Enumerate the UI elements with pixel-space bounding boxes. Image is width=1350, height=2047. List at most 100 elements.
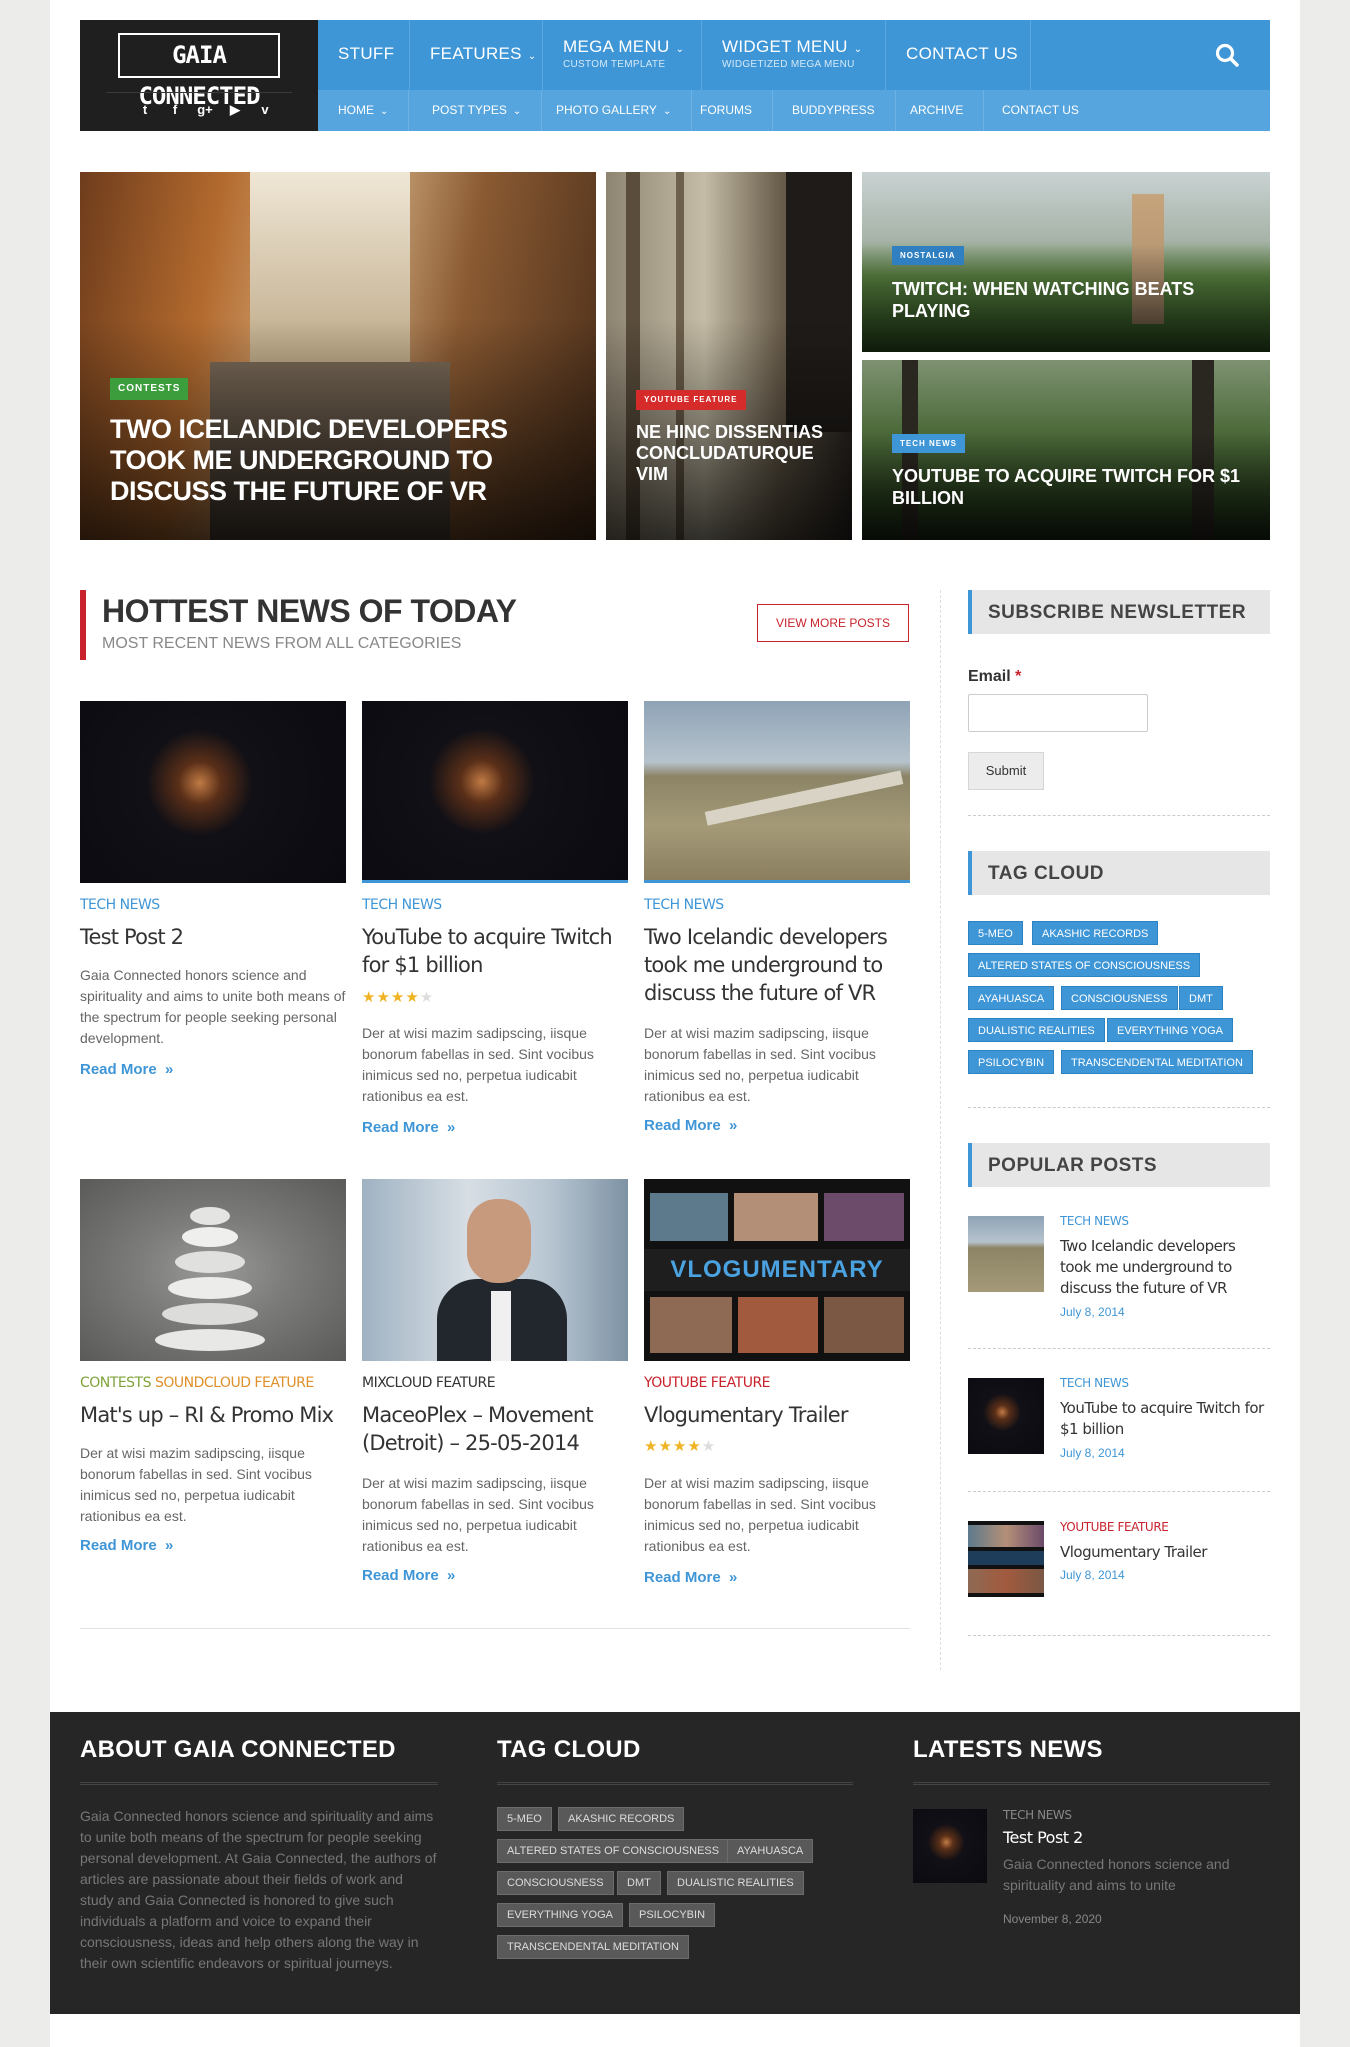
read-more-link[interactable]: Read More » xyxy=(644,1117,737,1134)
read-more-link[interactable]: Read More » xyxy=(362,1567,455,1584)
post-category[interactable]: SOUNDCLOUD FEATURE xyxy=(155,1375,314,1391)
vimeo-icon[interactable]: v xyxy=(250,102,280,118)
featured-post-4[interactable]: TECH NEWS YOUTUBE TO ACQUIRE TWITCH FOR … xyxy=(862,360,1270,540)
featured-title[interactable]: TWO ICELANDIC DEVELOPERS TOOK ME UNDERGR… xyxy=(110,414,550,507)
twitter-icon[interactable]: t xyxy=(130,102,160,118)
nav-item-features[interactable]: FEATURES ⌄ xyxy=(410,20,543,90)
star-rating: ★★★★★ xyxy=(644,1437,716,1455)
view-more-posts-button[interactable]: VIEW MORE POSTS xyxy=(757,604,909,642)
subnav-item-home[interactable]: HOME ⌄ xyxy=(318,90,410,131)
footer-tag-link[interactable]: CONSCIOUSNESS xyxy=(497,1871,614,1895)
post-thumbnail[interactable] xyxy=(362,1179,628,1361)
post-thumbnail[interactable] xyxy=(644,701,910,883)
nav-item-contact-us[interactable]: CONTACT US xyxy=(886,20,1031,90)
featured-tag[interactable]: CONTESTS xyxy=(110,378,189,400)
nav-item-mega-menu[interactable]: MEGA MENU ⌄ CUSTOM TEMPLATE xyxy=(543,20,702,90)
post-category[interactable]: CONTESTS xyxy=(80,1375,152,1391)
email-field[interactable] xyxy=(968,694,1148,732)
popular-post-thumbnail[interactable] xyxy=(968,1521,1044,1597)
footer-tag-link[interactable]: PSILOCYBIN xyxy=(629,1903,716,1927)
read-more-link[interactable]: Read More » xyxy=(80,1061,173,1078)
tag-link[interactable]: DMT xyxy=(1179,986,1223,1010)
featured-title[interactable]: NE HINC DISSENTIAS CONCLUDATURQUE VIM xyxy=(636,422,826,485)
read-more-link[interactable]: Read More » xyxy=(644,1569,737,1586)
subnav-item-photo-gallery[interactable]: PHOTO GALLERY ⌄ xyxy=(536,90,693,131)
featured-title[interactable]: TWITCH: WHEN WATCHING BEATS PLAYING xyxy=(892,278,1232,322)
post-thumbnail[interactable] xyxy=(80,701,346,883)
footer-tag-link[interactable]: 5-MEO xyxy=(497,1807,552,1831)
featured-post-3[interactable]: NOSTALGIA TWITCH: WHEN WATCHING BEATS PL… xyxy=(862,172,1270,352)
read-more-link[interactable]: Read More » xyxy=(362,1119,455,1136)
search-icon[interactable] xyxy=(1214,42,1240,68)
main-nav: STUFF FEATURES ⌄ MEGA MENU ⌄ CUSTOM TEMPLA… xyxy=(318,20,1270,90)
subnav-item-archive[interactable]: ARCHIVE xyxy=(890,90,985,131)
subnav-item-forums[interactable]: FORUMS xyxy=(680,90,773,131)
post-excerpt: Gaia Connected honors science and spirit… xyxy=(80,967,346,1046)
footer-tag-link[interactable]: EVERYTHING YOGA xyxy=(497,1903,623,1927)
popular-post-date: July 8, 2014 xyxy=(1060,1305,1125,1319)
post-title[interactable]: Two Icelandic developers took me undergr… xyxy=(644,923,910,1007)
footer-tag-link[interactable]: AYAHUASCA xyxy=(727,1839,814,1863)
post-title[interactable]: Vlogumentary Trailer xyxy=(644,1401,910,1429)
facebook-icon[interactable]: f xyxy=(160,102,190,118)
chevron-down-icon: ⌄ xyxy=(662,106,672,117)
footer-post-title[interactable]: Test Post 2 xyxy=(1003,1828,1083,1847)
featured-post-2[interactable]: YOUTUBE FEATURE NE HINC DISSENTIAS CONCL… xyxy=(606,172,852,540)
post-category[interactable]: TECH NEWS xyxy=(80,897,160,913)
featured-post-1[interactable]: CONTESTS TWO ICELANDIC DEVELOPERS TOOK M… xyxy=(80,172,596,540)
popular-post-thumbnail[interactable] xyxy=(968,1216,1044,1292)
newsletter-widget-title: SUBSCRIBE NEWSLETTER xyxy=(968,590,1270,634)
site-logo[interactable]: GAIA CONNECTED xyxy=(118,33,280,110)
post-category[interactable]: MIXCLOUD FEATURE xyxy=(362,1375,496,1391)
footer-tag-link[interactable]: ALTERED STATES OF CONSCIOUSNESS xyxy=(497,1839,730,1863)
footer-post-thumbnail[interactable] xyxy=(913,1809,987,1883)
footer-tag-link[interactable]: TRANSCENDENTAL MEDITATION xyxy=(497,1935,689,1959)
post-title[interactable]: Mat's up – RI & Promo Mix xyxy=(80,1401,346,1429)
post-title[interactable]: MaceoPlex – Movement (Detroit) – 25-05-2… xyxy=(362,1401,628,1457)
footer-tag-link[interactable]: DUALISTIC REALITIES xyxy=(667,1871,804,1895)
nav-item-widget-menu[interactable]: WIDGET MENU ⌄ WIDGETIZED MEGA MENU xyxy=(702,20,886,90)
popular-post-title[interactable]: Two Icelandic developers took me undergr… xyxy=(1060,1236,1270,1299)
tag-link[interactable]: AYAHUASCA xyxy=(968,986,1055,1010)
featured-tag[interactable]: NOSTALGIA xyxy=(892,246,964,265)
tag-link[interactable]: PSILOCYBIN xyxy=(968,1050,1055,1074)
post-title[interactable]: YouTube to acquire Twitch for $1 billion xyxy=(362,923,628,979)
tag-link[interactable]: TRANSCENDENTAL MEDITATION xyxy=(1061,1050,1253,1074)
subnav-item-contact-us[interactable]: CONTACT US xyxy=(982,90,1099,131)
post-category[interactable]: TECH NEWS xyxy=(644,897,724,913)
popular-post-title[interactable]: Vlogumentary Trailer xyxy=(1060,1542,1270,1563)
featured-tag[interactable]: TECH NEWS xyxy=(892,434,965,453)
tag-link[interactable]: ALTERED STATES OF CONSCIOUSNESS xyxy=(968,953,1201,977)
subnav-item-post-types[interactable]: POST TYPES ⌄ xyxy=(412,90,543,131)
footer-widget-title: TAG CLOUD xyxy=(497,1736,641,1763)
popular-post-title[interactable]: YouTube to acquire Twitch for $1 billion xyxy=(1060,1398,1270,1440)
nav-item-stuff[interactable]: STUFF xyxy=(318,20,410,90)
submit-button[interactable]: Submit xyxy=(968,752,1044,790)
popular-post-category[interactable]: TECH NEWS xyxy=(1060,1376,1129,1390)
youtube-icon[interactable]: ▶ xyxy=(220,102,250,118)
tag-link[interactable]: DUALISTIC REALITIES xyxy=(968,1018,1105,1042)
popular-post-thumbnail[interactable] xyxy=(968,1378,1044,1454)
post-category[interactable]: TECH NEWS xyxy=(362,897,442,913)
featured-title[interactable]: YOUTUBE TO ACQUIRE TWITCH FOR $1 BILLION xyxy=(892,465,1242,509)
post-thumbnail[interactable] xyxy=(362,701,628,883)
google-plus-icon[interactable]: g+ xyxy=(190,102,220,118)
post-title[interactable]: Test Post 2 xyxy=(80,923,346,951)
footer-tag-link[interactable]: DMT xyxy=(617,1871,661,1895)
tag-link[interactable]: AKASHIC RECORDS xyxy=(1032,921,1159,945)
featured-tag[interactable]: YOUTUBE FEATURE xyxy=(636,390,746,410)
subnav-item-buddypress[interactable]: BUDDYPRESS xyxy=(772,90,896,131)
post-thumbnail[interactable]: VLOGUMENTARY xyxy=(644,1179,910,1361)
popular-post-category[interactable]: YOUTUBE FEATURE xyxy=(1060,1520,1169,1534)
widget-title: TAG CLOUD xyxy=(988,863,1105,884)
popular-post-category[interactable]: TECH NEWS xyxy=(1060,1214,1129,1228)
post-category[interactable]: YOUTUBE FEATURE xyxy=(644,1375,771,1391)
footer-widget-title: ABOUT GAIA CONNECTED xyxy=(80,1736,396,1763)
read-more-link[interactable]: Read More » xyxy=(80,1537,173,1554)
tag-link[interactable]: CONSCIOUSNESS xyxy=(1061,986,1178,1010)
footer-post-category[interactable]: TECH NEWS xyxy=(1003,1808,1072,1822)
post-thumbnail[interactable] xyxy=(80,1179,346,1361)
tag-link[interactable]: EVERYTHING YOGA xyxy=(1107,1018,1233,1042)
footer-tag-link[interactable]: AKASHIC RECORDS xyxy=(558,1807,685,1831)
tag-link[interactable]: 5-MEO xyxy=(968,921,1023,945)
